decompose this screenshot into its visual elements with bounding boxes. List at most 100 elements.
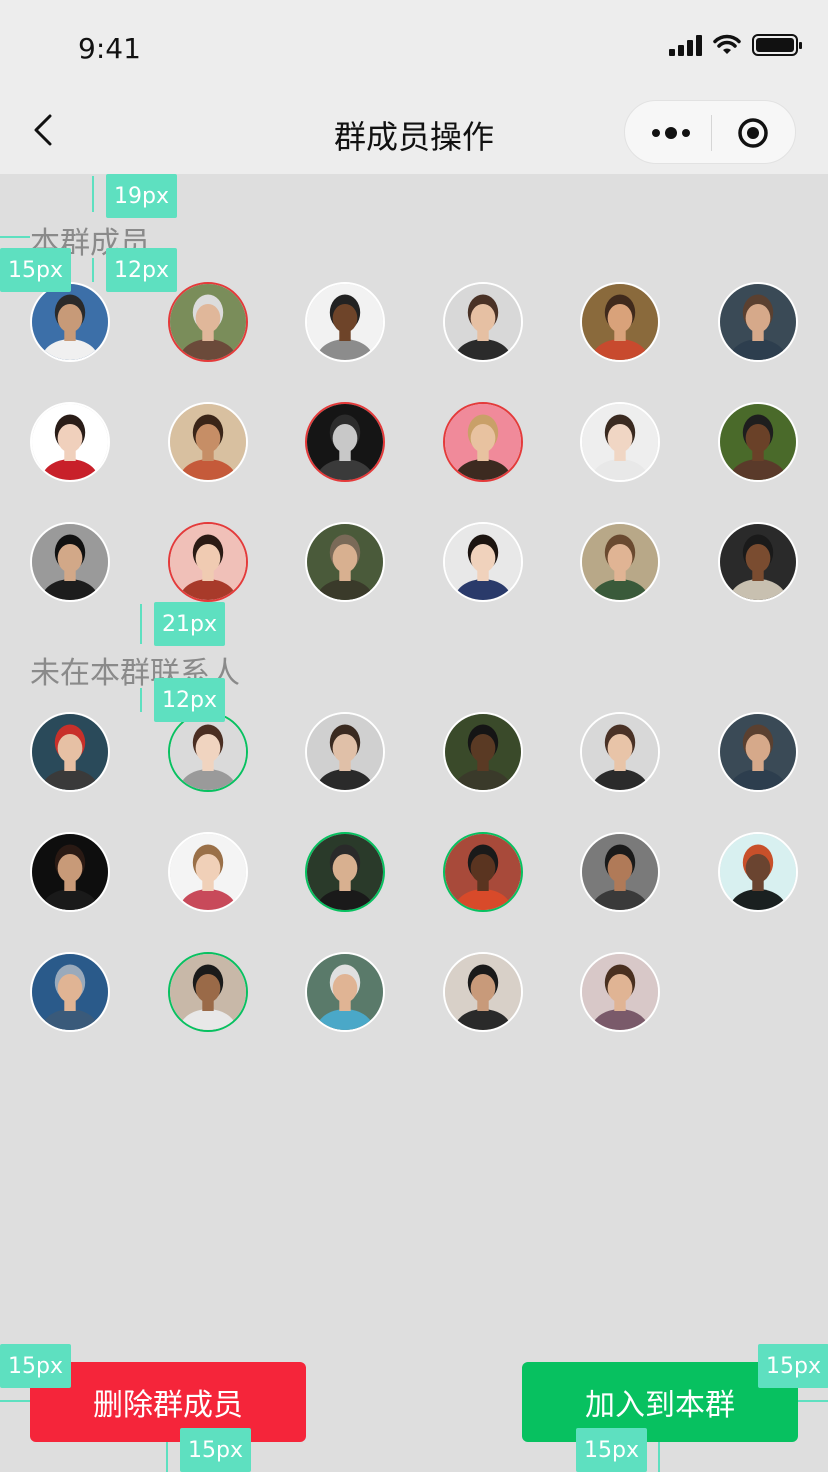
annotation-tag: 15px (576, 1428, 647, 1472)
member-avatar[interactable] (580, 402, 660, 482)
member-avatar[interactable] (718, 522, 798, 602)
avatar-photo (307, 404, 383, 480)
contact-avatar[interactable] (718, 832, 798, 912)
capsule-divider (711, 115, 712, 151)
avatar-photo (445, 834, 521, 910)
avatar-photo (582, 284, 658, 360)
member-avatar[interactable] (168, 282, 248, 362)
avatar-photo (170, 404, 246, 480)
avatar-photo (445, 954, 521, 1030)
wifi-icon (713, 34, 741, 54)
avatar-photo (307, 524, 383, 600)
annotation-tag: 19px (106, 174, 177, 218)
member-avatar[interactable] (30, 282, 110, 362)
contact-avatar[interactable] (443, 832, 523, 912)
member-avatar[interactable] (168, 402, 248, 482)
status-icons (669, 34, 802, 56)
avatar-photo (307, 834, 383, 910)
contact-avatar[interactable] (168, 832, 248, 912)
member-avatar[interactable] (443, 282, 523, 362)
more-dots-icon[interactable] (651, 123, 691, 143)
annotation-tag: 12px (106, 248, 177, 292)
avatar-photo (582, 404, 658, 480)
annotation-tag: 15px (0, 1344, 71, 1388)
annotation-tag: 15px (180, 1428, 251, 1472)
avatar-photo (582, 954, 658, 1030)
battery-icon (752, 34, 802, 56)
avatar-photo (720, 714, 796, 790)
avatar-photo (720, 524, 796, 600)
member-avatar[interactable] (443, 402, 523, 482)
avatar-photo (170, 284, 246, 360)
add-to-group-button[interactable]: 加入到本群 (522, 1362, 798, 1442)
avatar-photo (445, 524, 521, 600)
avatar-photo (720, 834, 796, 910)
avatar-photo (582, 834, 658, 910)
avatar-photo (445, 714, 521, 790)
page: 9:41 群成员操作 本群成员 未在本群联系人 删除群成员 加入到本群 19px… (0, 0, 828, 1472)
avatar-photo (170, 524, 246, 600)
avatar-photo (582, 524, 658, 600)
delete-members-button[interactable]: 删除群成员 (30, 1362, 306, 1442)
avatar-photo (720, 404, 796, 480)
status-bar: 9:41 (0, 0, 828, 90)
contact-avatar[interactable] (580, 832, 660, 912)
avatar-photo (582, 714, 658, 790)
member-avatar[interactable] (718, 282, 798, 362)
avatar-photo (32, 834, 108, 910)
member-avatar[interactable] (305, 282, 385, 362)
contact-avatar[interactable] (305, 712, 385, 792)
contact-avatar[interactable] (580, 952, 660, 1032)
avatar-photo (445, 404, 521, 480)
avatar-photo (170, 954, 246, 1030)
avatar-photo (445, 284, 521, 360)
contact-avatar[interactable] (168, 952, 248, 1032)
contact-avatar[interactable] (168, 712, 248, 792)
avatar-photo (307, 714, 383, 790)
member-avatar[interactable] (168, 522, 248, 602)
avatar-photo (32, 524, 108, 600)
cellular-signal-icon (669, 34, 702, 56)
member-avatar[interactable] (580, 522, 660, 602)
annotation-line (658, 1442, 660, 1472)
member-avatar[interactable] (30, 402, 110, 482)
avatar-photo (307, 284, 383, 360)
annotation-line (92, 258, 94, 282)
contact-avatar[interactable] (305, 952, 385, 1032)
member-avatar[interactable] (443, 522, 523, 602)
contact-avatar[interactable] (305, 832, 385, 912)
avatar-photo (307, 954, 383, 1030)
annotation-tag: 12px (154, 678, 225, 722)
member-avatar[interactable] (718, 402, 798, 482)
avatar-photo (720, 284, 796, 360)
annotation-line (140, 688, 142, 712)
member-avatar[interactable] (580, 282, 660, 362)
annotation-line (166, 1442, 168, 1472)
contact-avatar[interactable] (718, 712, 798, 792)
annotation-line (140, 604, 142, 644)
contact-avatar[interactable] (30, 712, 110, 792)
contact-avatar[interactable] (30, 832, 110, 912)
nav-bar: 群成员操作 (0, 90, 828, 174)
annotation-line (0, 1400, 30, 1402)
contact-avatar[interactable] (443, 952, 523, 1032)
annotation-line (0, 236, 30, 238)
annotation-line (92, 176, 94, 212)
annotation-line (798, 1400, 828, 1402)
member-avatar[interactable] (305, 402, 385, 482)
avatar-photo (170, 834, 246, 910)
avatar-photo (32, 284, 108, 360)
member-avatar[interactable] (305, 522, 385, 602)
contact-avatar[interactable] (580, 712, 660, 792)
member-avatar[interactable] (30, 522, 110, 602)
avatar-photo (32, 954, 108, 1030)
miniprogram-capsule (624, 100, 796, 164)
contact-avatar[interactable] (30, 952, 110, 1032)
avatar-photo (32, 404, 108, 480)
close-target-icon[interactable] (737, 117, 769, 149)
annotation-tag: 21px (154, 602, 225, 646)
avatar-photo (170, 714, 246, 790)
status-time: 9:41 (78, 32, 141, 65)
contact-avatar[interactable] (443, 712, 523, 792)
annotation-tag: 15px (758, 1344, 828, 1388)
